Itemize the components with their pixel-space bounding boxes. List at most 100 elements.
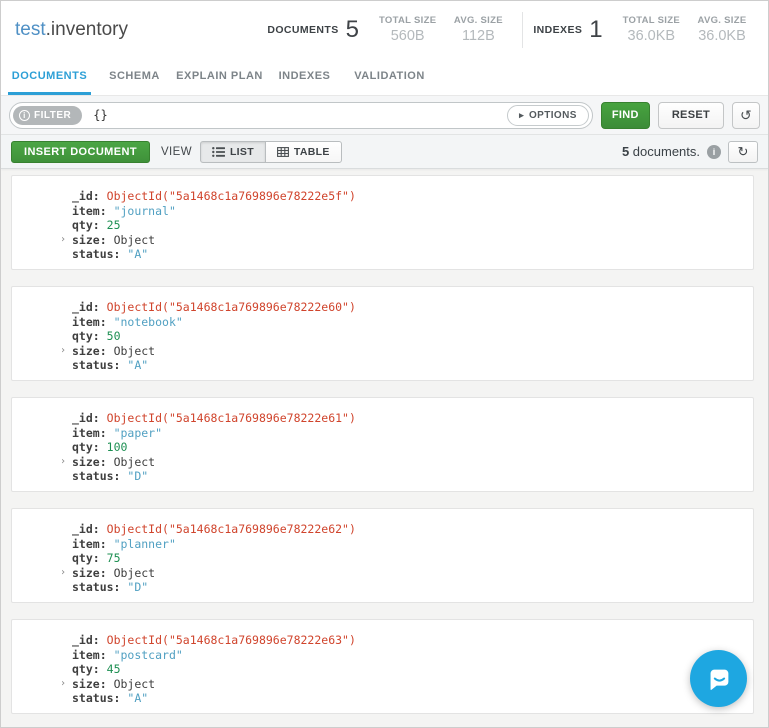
field-key: _id: (72, 189, 100, 203)
field-key: size: (72, 677, 107, 691)
field-value: Object (114, 677, 156, 691)
document-field-qty: qty: 100 (72, 440, 753, 455)
info-icon[interactable]: i (707, 145, 721, 159)
field-key: item: (72, 537, 107, 551)
field-value: ObjectId("5a1468c1a769896e78222e60") (107, 300, 356, 314)
query-bar: i FILTER {} ▸ OPTIONS FIND RESET ↺ (1, 96, 768, 135)
collection-title: test.inventory (15, 19, 128, 41)
document-field-size: ›size: Object (72, 455, 753, 470)
table-icon (277, 147, 289, 157)
expand-caret-icon[interactable]: › (57, 677, 69, 692)
tab-validation[interactable]: VALIDATION (348, 58, 431, 95)
document-field-status: status: "A" (72, 691, 753, 706)
indexes-stat-label: INDEXES (533, 24, 582, 36)
insert-document-button[interactable]: INSERT DOCUMENT (11, 141, 150, 163)
indexes-total-size-stat: TOTAL SIZE 36.0KB (623, 15, 680, 44)
field-value: "A" (127, 358, 148, 372)
field-key: item: (72, 648, 107, 662)
tab-schema[interactable]: SCHEMA (93, 58, 176, 95)
documents-total-size-stat: TOTAL SIZE 560B (379, 15, 436, 44)
expand-caret-icon[interactable]: › (57, 344, 69, 359)
filter-input[interactable]: i FILTER {} ▸ OPTIONS (9, 102, 593, 129)
expand-caret-icon[interactable]: › (57, 455, 69, 470)
field-value: "A" (127, 691, 148, 705)
field-value: 45 (107, 662, 121, 676)
filter-info-icon: i (19, 110, 30, 121)
avg-size-label: AVG. SIZE (454, 15, 503, 26)
field-key: qty: (72, 218, 100, 232)
field-value: "D" (127, 580, 148, 594)
document-card[interactable]: _id: ObjectId("5a1468c1a769896e78222e63"… (11, 619, 754, 714)
filter-badge-label: FILTER (34, 110, 71, 121)
toolbar-right: 5 documents. i ↻ (622, 141, 758, 163)
document-field-item: item: "notebook" (72, 315, 753, 330)
field-key: qty: (72, 329, 100, 343)
document-field-size: ›size: Object (72, 233, 753, 248)
field-value: Object (114, 344, 156, 358)
document-field-status: status: "D" (72, 580, 753, 595)
documents-avg-size-stat: AVG. SIZE 112B (452, 15, 504, 44)
collection-stats: DOCUMENTS 5 TOTAL SIZE 560B AVG. SIZE 11… (267, 12, 756, 48)
tab-documents[interactable]: DOCUMENTS (8, 58, 91, 95)
field-key: item: (72, 204, 107, 218)
options-button[interactable]: ▸ OPTIONS (507, 105, 589, 126)
options-button-label: OPTIONS (529, 110, 577, 121)
field-value: ObjectId("5a1468c1a769896e78222e5f") (107, 189, 356, 203)
stats-divider (522, 12, 523, 48)
find-button[interactable]: FIND (601, 102, 650, 129)
tab-indexes[interactable]: INDEXES (263, 58, 346, 95)
indexes-stat-value: 1 (589, 16, 602, 44)
field-value: "D" (127, 469, 148, 483)
document-card[interactable]: _id: ObjectId("5a1468c1a769896e78222e5f"… (11, 175, 754, 270)
list-icon (212, 147, 225, 157)
document-card[interactable]: _id: ObjectId("5a1468c1a769896e78222e62"… (11, 508, 754, 603)
documents-stat-label: DOCUMENTS (267, 24, 338, 36)
document-field-_id: _id: ObjectId("5a1468c1a769896e78222e5f"… (72, 189, 753, 204)
field-value: "notebook" (114, 315, 183, 329)
tab-explain-plan[interactable]: EXPLAIN PLAN (178, 58, 261, 95)
refresh-documents-button[interactable]: ↻ (728, 141, 758, 163)
document-card[interactable]: _id: ObjectId("5a1468c1a769896e78222e61"… (11, 397, 754, 492)
field-key: size: (72, 233, 107, 247)
reset-button[interactable]: RESET (658, 102, 724, 129)
view-table-button[interactable]: TABLE (265, 141, 342, 163)
document-field-item: item: "postcard" (72, 648, 753, 663)
view-label: VIEW (161, 146, 192, 158)
field-key: status: (72, 247, 120, 261)
total-size-label: TOTAL SIZE (379, 15, 436, 26)
document-field-size: ›size: Object (72, 677, 753, 692)
expand-caret-icon[interactable]: › (57, 566, 69, 581)
filter-value[interactable]: {} (93, 108, 507, 122)
field-value: "A" (127, 247, 148, 261)
field-value: ObjectId("5a1468c1a769896e78222e62") (107, 522, 356, 536)
chat-bubble-icon (704, 664, 734, 694)
filter-badge: i FILTER (13, 106, 82, 125)
field-key: status: (72, 469, 120, 483)
indexes-stat: INDEXES 1 (533, 16, 602, 44)
field-value: 50 (107, 329, 121, 343)
field-key: status: (72, 580, 120, 594)
document-card[interactable]: _id: ObjectId("5a1468c1a769896e78222e60"… (11, 286, 754, 381)
chat-launcher-button[interactable] (690, 650, 747, 707)
document-field-qty: qty: 25 (72, 218, 753, 233)
document-field-qty: qty: 50 (72, 329, 753, 344)
avg-size-value: 36.0KB (698, 28, 746, 44)
field-key: qty: (72, 662, 100, 676)
history-icon: ↺ (740, 107, 752, 123)
field-key: item: (72, 315, 107, 329)
document-field-size: ›size: Object (72, 344, 753, 359)
view-switcher: LIST TABLE (200, 141, 342, 163)
field-key: status: (72, 691, 120, 705)
document-field-item: item: "planner" (72, 537, 753, 552)
document-field-item: item: "paper" (72, 426, 753, 441)
field-value: 75 (107, 551, 121, 565)
view-list-button[interactable]: LIST (200, 141, 266, 163)
query-history-button[interactable]: ↺ (732, 102, 760, 129)
document-field-_id: _id: ObjectId("5a1468c1a769896e78222e61"… (72, 411, 753, 426)
field-key: _id: (72, 300, 100, 314)
expand-caret-icon[interactable]: › (57, 233, 69, 248)
document-field-status: status: "D" (72, 469, 753, 484)
field-value: ObjectId("5a1468c1a769896e78222e63") (107, 633, 356, 647)
field-key: _id: (72, 411, 100, 425)
document-field-_id: _id: ObjectId("5a1468c1a769896e78222e62"… (72, 522, 753, 537)
